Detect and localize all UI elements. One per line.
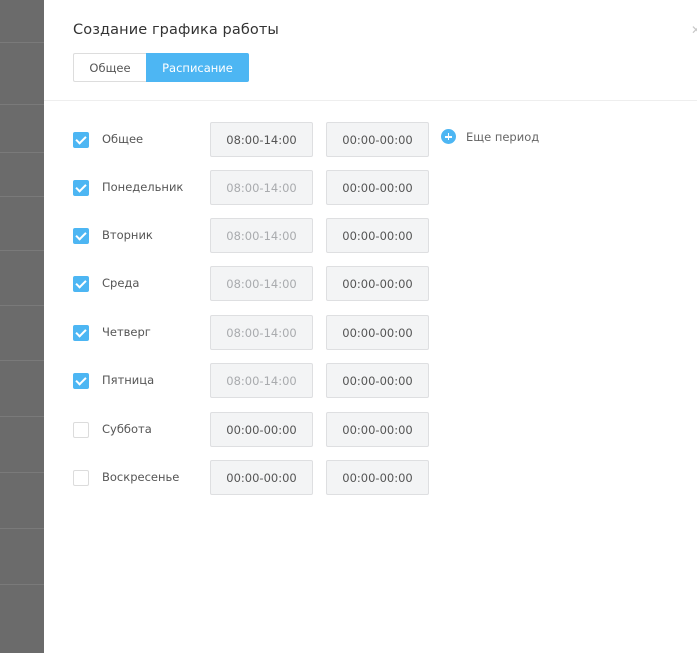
backdrop-row-divider xyxy=(0,472,44,473)
day-label: Среда xyxy=(102,276,140,290)
period-1-field[interactable]: 08:00-14:00 xyxy=(210,266,313,301)
backdrop-row-divider xyxy=(0,152,44,153)
backdrop-row-divider xyxy=(0,196,44,197)
tab-bar: Общее Расписание xyxy=(73,53,249,82)
period-1-field[interactable]: 08:00-14:00 xyxy=(210,218,313,253)
schedule-row-sunday: Воскресенье 00:00-00:00 00:00-00:00 xyxy=(73,460,633,496)
backdrop-row-divider xyxy=(0,528,44,529)
day-label: Общее xyxy=(102,132,144,146)
checkbox-general[interactable] xyxy=(73,132,89,148)
checkbox-wednesday[interactable] xyxy=(73,276,89,292)
tab-general[interactable]: Общее xyxy=(73,53,146,82)
page-backdrop xyxy=(0,0,44,653)
period-2-field[interactable]: 00:00-00:00 xyxy=(326,170,429,205)
backdrop-row-divider xyxy=(0,584,44,585)
checkbox-monday[interactable] xyxy=(73,180,89,196)
add-period-button[interactable]: Еще период xyxy=(441,129,539,144)
period-1-field[interactable]: 08:00-14:00 xyxy=(210,315,313,350)
backdrop-row-divider xyxy=(0,360,44,361)
schedule-row-saturday: Суббота 00:00-00:00 00:00-00:00 xyxy=(73,412,633,448)
checkbox-saturday[interactable] xyxy=(73,422,89,438)
checkbox-sunday[interactable] xyxy=(73,470,89,486)
day-label: Четверг xyxy=(102,325,151,339)
add-period-label: Еще период xyxy=(466,129,540,144)
day-label: Воскресенье xyxy=(102,470,180,484)
backdrop-row-divider xyxy=(0,104,44,105)
checkbox-thursday[interactable] xyxy=(73,325,89,341)
period-2-field[interactable]: 00:00-00:00 xyxy=(326,460,429,495)
period-1-field[interactable]: 08:00-14:00 xyxy=(210,170,313,205)
period-2-field[interactable]: 00:00-00:00 xyxy=(326,218,429,253)
day-label: Суббота xyxy=(102,422,152,436)
period-1-field[interactable]: 08:00-14:00 xyxy=(210,122,313,157)
period-1-field[interactable]: 00:00-00:00 xyxy=(210,460,313,495)
close-icon[interactable]: ✕ xyxy=(691,24,697,36)
backdrop-row-divider xyxy=(0,305,44,306)
day-label: Понедельник xyxy=(102,180,184,194)
schedule-row-general: Общее 08:00-14:00 00:00-00:00 Еще период xyxy=(73,122,633,158)
schedule-dialog: Создание графика работы ✕ Общее Расписан… xyxy=(44,0,697,653)
schedule-row-wednesday: Среда 08:00-14:00 00:00-00:00 xyxy=(73,266,633,302)
period-1-field[interactable]: 00:00-00:00 xyxy=(210,412,313,447)
backdrop-row-divider xyxy=(0,250,44,251)
header-divider xyxy=(44,100,697,101)
plus-circle-icon xyxy=(441,129,456,144)
backdrop-row-divider xyxy=(0,42,44,43)
schedule-row-monday: Понедельник 08:00-14:00 00:00-00:00 xyxy=(73,170,633,206)
period-2-field[interactable]: 00:00-00:00 xyxy=(326,266,429,301)
checkbox-friday[interactable] xyxy=(73,373,89,389)
period-2-field[interactable]: 00:00-00:00 xyxy=(326,412,429,447)
backdrop-row-divider xyxy=(0,416,44,417)
tab-schedule[interactable]: Расписание xyxy=(146,53,249,82)
period-2-field[interactable]: 00:00-00:00 xyxy=(326,122,429,157)
period-2-field[interactable]: 00:00-00:00 xyxy=(326,363,429,398)
dialog-title: Создание графика работы xyxy=(73,22,279,38)
schedule-row-thursday: Четверг 08:00-14:00 00:00-00:00 xyxy=(73,315,633,351)
schedule-row-tuesday: Вторник 08:00-14:00 00:00-00:00 xyxy=(73,218,633,254)
schedule-row-friday: Пятница 08:00-14:00 00:00-00:00 xyxy=(73,363,633,399)
day-label: Пятница xyxy=(102,373,155,387)
period-2-field[interactable]: 00:00-00:00 xyxy=(326,315,429,350)
checkbox-tuesday[interactable] xyxy=(73,228,89,244)
period-1-field[interactable]: 08:00-14:00 xyxy=(210,363,313,398)
day-label: Вторник xyxy=(102,228,153,242)
